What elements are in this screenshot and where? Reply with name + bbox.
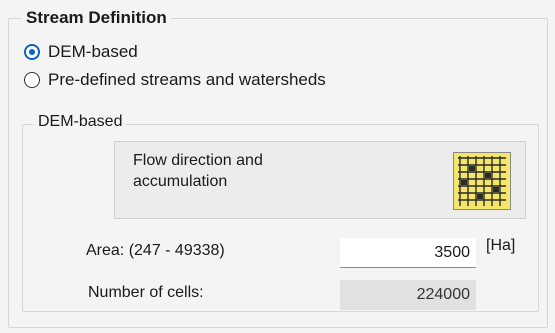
radio-predefined-streams-label: Pre-defined streams and watersheds — [48, 70, 326, 89]
grid-raster-icon[interactable] — [453, 152, 511, 210]
area-unit: [Ha] — [486, 237, 516, 254]
dem-based-title: DEM-based — [34, 113, 127, 131]
cells-value: 224000 — [340, 280, 476, 310]
area-label: Area: (247 - 49338) — [86, 242, 225, 259]
radio-dem-based-label: DEM-based — [48, 42, 138, 61]
flow-direction-button[interactable]: Flow direction and accumulation — [114, 141, 526, 219]
stream-definition-title: Stream Definition — [22, 8, 171, 28]
radio-selected-icon[interactable] — [24, 44, 40, 60]
radio-predefined-streams[interactable]: Pre-defined streams and watersheds — [24, 68, 326, 92]
cells-label: Number of cells: — [88, 284, 204, 301]
stream-definition-panel: Stream Definition DEM-based Pre-defined … — [0, 0, 555, 333]
flow-direction-label: Flow direction and accumulation — [133, 152, 263, 190]
radio-unselected-icon[interactable] — [24, 72, 40, 88]
area-input[interactable] — [340, 238, 476, 268]
radio-dem-based[interactable]: DEM-based — [24, 40, 138, 64]
